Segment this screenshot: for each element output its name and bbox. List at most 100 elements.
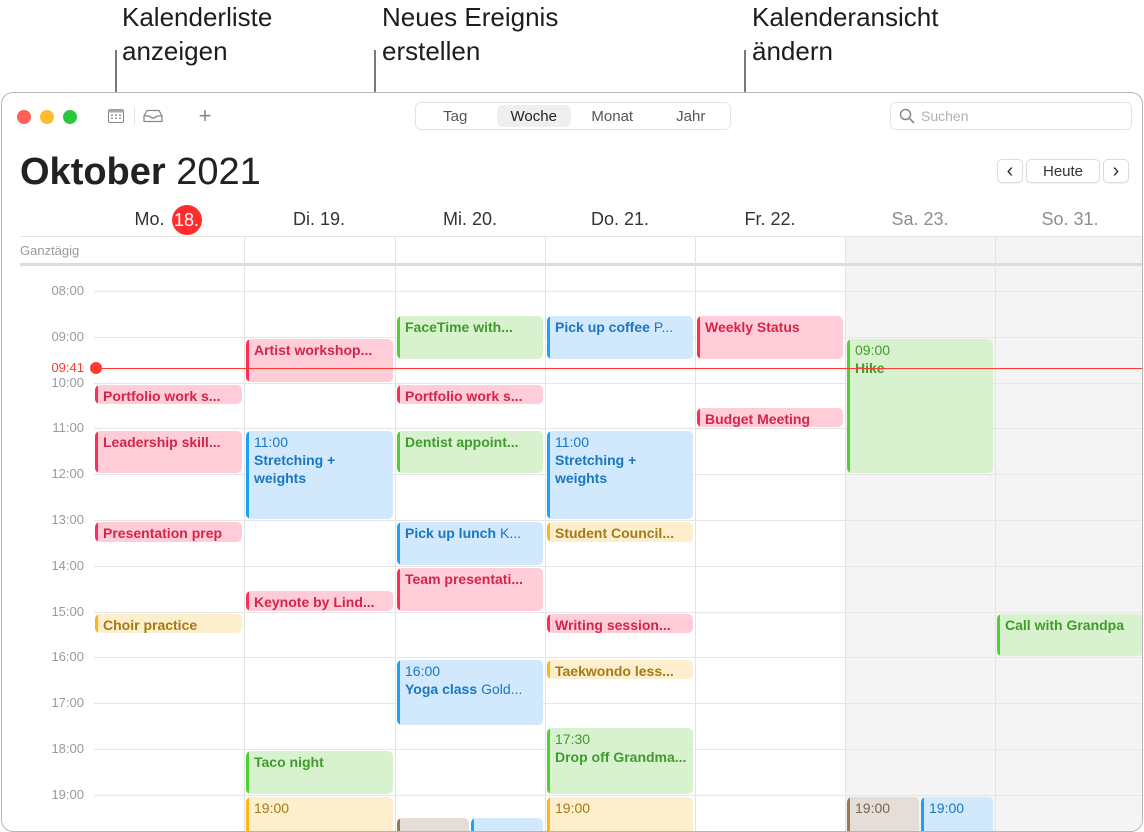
event-title: Portfolio work s... [103, 387, 221, 404]
tab-week[interactable]: Woche [496, 105, 571, 127]
calendar-event[interactable]: Dentist appoint... [397, 430, 543, 474]
day-header-tue[interactable]: Di. 19. [244, 209, 394, 230]
inbox-button[interactable] [142, 106, 164, 126]
calendar-event[interactable]: Portfolio work s... [95, 384, 242, 405]
day-column-divider [244, 236, 245, 831]
calendar-event[interactable]: 09:00 Hike [847, 339, 993, 474]
calendar-event[interactable]: Weekly Status [697, 316, 843, 359]
close-window-button[interactable] [17, 110, 31, 124]
calendar-event[interactable]: 17:30 Drop off Grandma... [547, 728, 693, 794]
calendar-event[interactable]: Call with Grandpa [997, 613, 1142, 657]
event-title-row: Leadership skill... [103, 433, 236, 451]
day-column-divider [995, 236, 996, 831]
calendar-event[interactable]: 19:00 [847, 797, 919, 831]
minimize-window-button[interactable] [40, 110, 54, 124]
hour-label: 12:00 [51, 466, 84, 482]
search-icon [899, 108, 915, 124]
hour-label: 10:00 [51, 374, 84, 390]
zoom-window-button[interactable] [63, 110, 77, 124]
hour-label: 08:00 [51, 283, 84, 298]
calendar-event[interactable]: Taco night [246, 751, 393, 794]
calendar-event[interactable]: Leadership skill... [95, 430, 242, 474]
day-header-wed[interactable]: Mi. 20. [395, 209, 545, 230]
hour-line [94, 611, 1142, 613]
event-title-row: Pick up coffee P... [555, 318, 687, 336]
event-title-row: Taco night [254, 753, 387, 771]
calendar-window: + Tag Woche Monat Jahr Oktober 2021 ‹ He… [1, 92, 1143, 832]
hour-label: 11:00 [52, 420, 84, 436]
event-time: 11:00 [254, 433, 288, 450]
today-badge: 18. [171, 205, 202, 235]
calendar-event[interactable]: Taekwondo less... [547, 659, 693, 680]
tab-day[interactable]: Tag [418, 105, 493, 127]
calendar-event[interactable]: 19:00 [921, 797, 993, 831]
tab-year[interactable]: Jahr [654, 105, 729, 127]
calendar-event[interactable]: 16:00 Yoga class Gold... [397, 659, 543, 726]
today-button[interactable]: Heute [1026, 159, 1100, 183]
day-label: Mo. [134, 208, 165, 229]
hour-label: 16:00 [51, 649, 84, 665]
event-title-row: Stretching + weights [555, 452, 636, 486]
callout-text: Kalenderliste [122, 2, 273, 32]
calendar-event[interactable]: Student Council... [547, 522, 693, 542]
calendar-event[interactable]: 11:00 Stretching + weights [246, 430, 393, 519]
calendar-list-button[interactable] [105, 106, 127, 126]
calendar-event[interactable]: Keynote by Lind... [246, 590, 393, 611]
event-title: Taekwondo less... [555, 662, 674, 679]
hour-line [94, 520, 1142, 521]
calendar-event[interactable]: 19:00 [547, 797, 693, 831]
inbox-icon [143, 109, 163, 123]
previous-week-button[interactable]: ‹ [997, 159, 1023, 183]
event-title-row: Keynote by Lind... [254, 593, 387, 611]
event-time: 19:00 [929, 800, 965, 817]
tab-month[interactable]: Monat [575, 105, 650, 127]
next-week-button[interactable]: › [1103, 159, 1129, 183]
add-event-button[interactable]: + [194, 103, 216, 128]
calendar-event[interactable]: 11:00 Stretching + weights [547, 430, 693, 519]
day-header-fri[interactable]: Fr. 22. [695, 209, 845, 230]
day-column-divider [395, 236, 396, 831]
day-header-thu[interactable]: Do. 21. [545, 209, 695, 230]
callout-text: Kalenderansicht [752, 2, 939, 32]
day-column-divider [695, 236, 696, 831]
hour-line [94, 794, 1142, 796]
page-title: Oktober 2021 [20, 151, 261, 194]
hour-label: 14:00 [51, 557, 84, 573]
calendar-event[interactable]: Budget Meeting [697, 407, 843, 428]
day-header-sun[interactable]: So. 31. [995, 209, 1142, 230]
callout-calendar-list: Kalenderliste anzeigen [122, 0, 272, 68]
current-time-line [96, 368, 1142, 370]
event-title-row: Portfolio work s... [405, 387, 537, 405]
calendar-event[interactable]: FaceTime with... [397, 316, 543, 359]
day-header-sat[interactable]: Sa. 23. [845, 209, 995, 230]
event-title-row: Presentation prep [103, 524, 236, 542]
calendar-event[interactable]: Artist workshop... [246, 339, 393, 382]
event-title: Weekly Status [705, 319, 800, 336]
week-grid[interactable]: Ganztägig 08:00 09:00 10:00 11:00 12:00 13:00… [2, 236, 1142, 831]
current-time-dot [90, 362, 102, 375]
search-input[interactable] [921, 108, 1111, 124]
month-name: Oktober [20, 151, 166, 193]
calendar-event[interactable]: Portfolio work s... [397, 384, 543, 405]
calendar-event[interactable]: 19:00 [246, 797, 393, 831]
hour-label: 17:00 [51, 695, 84, 711]
calendar-event[interactable]: Presentation prep [95, 522, 242, 542]
event-title: Pick up lunch [405, 525, 497, 542]
event-title: Artist workshop... [254, 342, 373, 359]
calendar-event[interactable]: Pick up coffee P... [547, 316, 693, 359]
day-column-divider [845, 236, 846, 831]
search-field[interactable] [890, 102, 1132, 130]
calendar-event[interactable]: Pick up lunch K... [397, 522, 543, 565]
hour-label: 18:00 [51, 741, 84, 756]
calendar-event[interactable]: Choir practice [95, 613, 242, 634]
day-header-mon[interactable]: Mo. 18. [93, 205, 243, 235]
calendar-event[interactable]: Team presentati... [397, 568, 543, 611]
event-time: 16:00 [405, 662, 441, 679]
event-title-row: Weekly Status [705, 318, 837, 336]
callout-text: Neues Ereignis [382, 2, 559, 32]
all-day-label: Ganztägig [20, 243, 80, 258]
calendar-event[interactable]: Writing session... [547, 613, 693, 634]
event-title-row: Dentist appoint... [405, 433, 537, 451]
event-title-row: Budget Meeting [705, 410, 837, 428]
all-day-separator [20, 263, 1142, 266]
